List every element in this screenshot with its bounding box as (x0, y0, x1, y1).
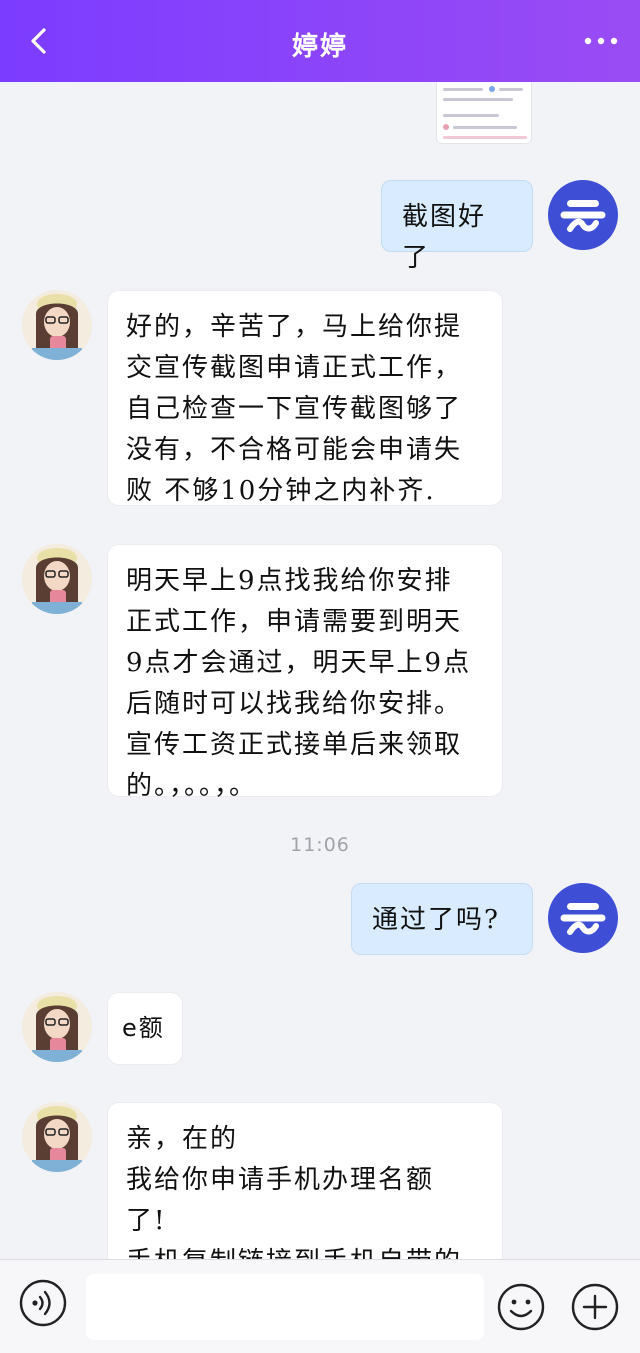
chat-header: 婷婷 (0, 0, 640, 82)
sent-screenshot-image[interactable] (436, 82, 532, 144)
avatar-photo-icon (22, 544, 92, 614)
message-timestamp: 11:06 (290, 834, 350, 856)
contact-avatar[interactable] (22, 992, 92, 1062)
message-input-bar (0, 1259, 640, 1353)
contact-avatar[interactable] (22, 1102, 92, 1172)
avatar-photo-icon (22, 290, 92, 360)
my-avatar[interactable] (548, 180, 618, 250)
chat-title: 婷婷 (291, 32, 348, 62)
contact-avatar[interactable] (22, 290, 92, 360)
message-bubble-received[interactable]: 亲，在的 我给你申请手机办理名额 了! 手机复制链接到手机自带的 (107, 1102, 503, 1259)
contact-avatar[interactable] (22, 544, 92, 614)
plus-icon[interactable] (570, 1282, 620, 1332)
message-bubble-sent[interactable]: 截图好了 (381, 180, 533, 273)
my-avatar[interactable] (548, 883, 618, 953)
voice-icon[interactable] (18, 1278, 68, 1328)
avatar-photo-icon (22, 992, 92, 1062)
message-bubble-received[interactable]: 明天早上9点找我给你安排 正式工作，申请需要到明天 9点才会通过，明天早上9点 … (107, 544, 503, 801)
message-bubble-received[interactable]: 好的，辛苦了，马上给你提 交宣传截图申请正式工作， 自己检查一下宣传截图够了 没… (107, 290, 503, 506)
cloud-logo-icon (560, 200, 606, 232)
chat-message-list[interactable]: 截图好了 好的，辛苦了，马上给你提 交宣传截图申请正式工作， 自己检查一下宣传截… (0, 82, 640, 1259)
more-horizontal-icon[interactable] (582, 28, 620, 54)
avatar-photo-icon (22, 1102, 92, 1172)
cloud-logo-icon (560, 903, 606, 935)
message-bubble-received[interactable]: e额 (107, 992, 183, 1065)
message-bubble-sent[interactable]: 通过了吗? (351, 883, 533, 955)
message-input[interactable] (86, 1274, 484, 1340)
emoji-icon[interactable] (496, 1282, 546, 1332)
